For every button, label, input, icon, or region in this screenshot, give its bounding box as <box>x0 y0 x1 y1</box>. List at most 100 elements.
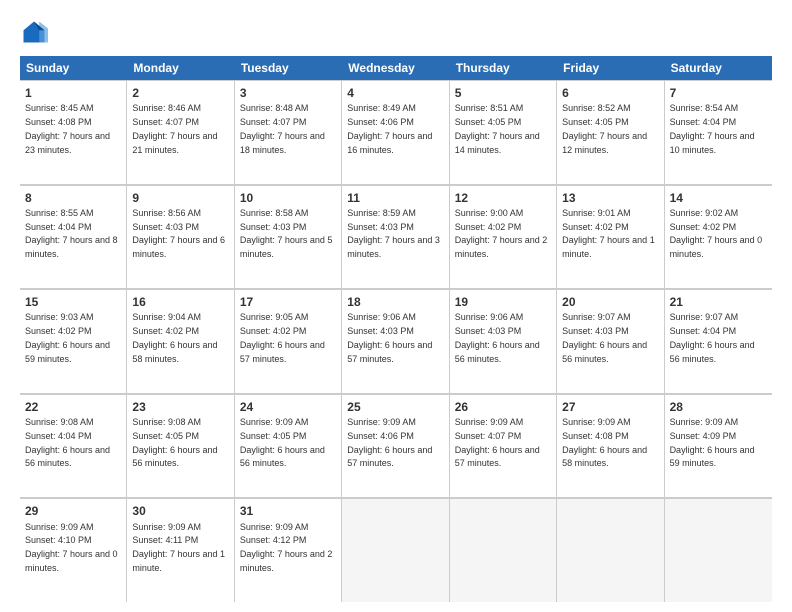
sunrise-info: Sunrise: 9:09 AM <box>347 417 416 427</box>
cal-cell: 21Sunrise: 9:07 AMSunset: 4:04 PMDayligh… <box>665 289 772 393</box>
cal-row: 8Sunrise: 8:55 AMSunset: 4:04 PMDaylight… <box>20 185 772 290</box>
daylight-info: Daylight: 6 hours and 58 minutes. <box>562 445 647 469</box>
daylight-info: Daylight: 7 hours and 6 minutes. <box>132 235 225 259</box>
sunset-info: Sunset: 4:10 PM <box>25 535 92 545</box>
day-number: 3 <box>240 85 336 101</box>
cal-cell: 18Sunrise: 9:06 AMSunset: 4:03 PMDayligh… <box>342 289 449 393</box>
day-number: 31 <box>240 503 336 519</box>
cal-cell: 6Sunrise: 8:52 AMSunset: 4:05 PMDaylight… <box>557 80 664 184</box>
daylight-info: Daylight: 6 hours and 56 minutes. <box>25 445 110 469</box>
calendar-header: SundayMondayTuesdayWednesdayThursdayFrid… <box>20 56 772 80</box>
sunrise-info: Sunrise: 8:58 AM <box>240 208 309 218</box>
header <box>20 18 772 46</box>
sunrise-info: Sunrise: 9:09 AM <box>132 522 201 532</box>
sunset-info: Sunset: 4:02 PM <box>670 222 737 232</box>
sunrise-info: Sunrise: 8:48 AM <box>240 103 309 113</box>
cal-cell: 28 Sunrise: 9:09 AM Sunset: 4:09 PM Dayligh… <box>665 394 772 498</box>
sunrise-info: Sunrise: 9:09 AM <box>240 417 309 427</box>
day-number: 28 <box>670 399 767 415</box>
day-number: 2 <box>132 85 228 101</box>
sunset-info: Sunset: 4:04 PM <box>670 117 737 127</box>
day-number: 8 <box>25 190 121 206</box>
daylight-info: Daylight: 7 hours and 23 minutes. <box>25 131 110 155</box>
sunrise-info: Sunrise: 8:54 AM <box>670 103 739 113</box>
cal-cell: 9Sunrise: 8:56 AMSunset: 4:03 PMDaylight… <box>127 185 234 289</box>
cal-cell: 14Sunrise: 9:02 AMSunset: 4:02 PMDayligh… <box>665 185 772 289</box>
sunrise-info: Sunrise: 9:09 AM <box>670 417 739 427</box>
day-number: 24 <box>240 399 336 415</box>
day-number: 14 <box>670 190 767 206</box>
cal-cell <box>342 498 449 602</box>
day-number: 4 <box>347 85 443 101</box>
sunrise-info: Sunrise: 9:06 AM <box>347 312 416 322</box>
logo <box>20 18 52 46</box>
daylight-info: Daylight: 6 hours and 59 minutes. <box>670 445 755 469</box>
day-number: 12 <box>455 190 551 206</box>
daylight-info: Daylight: 7 hours and 8 minutes. <box>25 235 118 259</box>
cal-row: 22Sunrise: 9:08 AMSunset: 4:04 PMDayligh… <box>20 394 772 499</box>
sunrise-info: Sunrise: 9:05 AM <box>240 312 309 322</box>
sunrise-info: Sunrise: 8:59 AM <box>347 208 416 218</box>
daylight-info: Daylight: 7 hours and 21 minutes. <box>132 131 217 155</box>
cal-header-cell: Thursday <box>450 56 557 80</box>
daylight-info: Daylight: 7 hours and 2 minutes. <box>240 549 333 573</box>
cal-header-cell: Wednesday <box>342 56 449 80</box>
cal-cell <box>450 498 557 602</box>
daylight-info: Daylight: 6 hours and 56 minutes. <box>670 340 755 364</box>
sunset-info: Sunset: 4:05 PM <box>132 431 199 441</box>
day-number: 1 <box>25 85 121 101</box>
sunrise-info: Sunrise: 9:09 AM <box>562 417 631 427</box>
cal-header-cell: Saturday <box>665 56 772 80</box>
cal-cell: 29Sunrise: 9:09 AMSunset: 4:10 PMDayligh… <box>20 498 127 602</box>
daylight-info: Daylight: 6 hours and 56 minutes. <box>562 340 647 364</box>
sunset-info: Sunset: 4:06 PM <box>347 431 414 441</box>
calendar: SundayMondayTuesdayWednesdayThursdayFrid… <box>20 56 772 602</box>
daylight-info: Daylight: 7 hours and 0 minutes. <box>670 235 763 259</box>
day-number: 18 <box>347 294 443 310</box>
sunrise-info: Sunrise: 8:49 AM <box>347 103 416 113</box>
daylight-info: Daylight: 6 hours and 57 minutes. <box>347 340 432 364</box>
day-number: 6 <box>562 85 658 101</box>
cal-header-cell: Friday <box>557 56 664 80</box>
sunset-info: Sunset: 4:09 PM <box>670 431 737 441</box>
day-number: 25 <box>347 399 443 415</box>
day-number: 10 <box>240 190 336 206</box>
daylight-info: Daylight: 6 hours and 59 minutes. <box>25 340 110 364</box>
sunset-info: Sunset: 4:02 PM <box>240 326 307 336</box>
daylight-info: Daylight: 7 hours and 14 minutes. <box>455 131 540 155</box>
daylight-info: Daylight: 7 hours and 3 minutes. <box>347 235 440 259</box>
sunset-info: Sunset: 4:02 PM <box>132 326 199 336</box>
cal-cell: 1Sunrise: 8:45 AMSunset: 4:08 PMDaylight… <box>20 80 127 184</box>
daylight-info: Daylight: 7 hours and 1 minute. <box>562 235 655 259</box>
cal-cell: 12Sunrise: 9:00 AMSunset: 4:02 PMDayligh… <box>450 185 557 289</box>
cal-cell: 13Sunrise: 9:01 AMSunset: 4:02 PMDayligh… <box>557 185 664 289</box>
sunrise-info: Sunrise: 9:06 AM <box>455 312 524 322</box>
sunrise-info: Sunrise: 9:03 AM <box>25 312 94 322</box>
sunset-info: Sunset: 4:04 PM <box>25 222 92 232</box>
cal-cell: 7Sunrise: 8:54 AMSunset: 4:04 PMDaylight… <box>665 80 772 184</box>
sunset-info: Sunset: 4:05 PM <box>562 117 629 127</box>
daylight-info: Daylight: 6 hours and 57 minutes. <box>240 340 325 364</box>
cal-cell: 4Sunrise: 8:49 AMSunset: 4:06 PMDaylight… <box>342 80 449 184</box>
sunset-info: Sunset: 4:07 PM <box>455 431 522 441</box>
day-number: 30 <box>132 503 228 519</box>
day-number: 22 <box>25 399 121 415</box>
daylight-info: Daylight: 7 hours and 5 minutes. <box>240 235 333 259</box>
sunset-info: Sunset: 4:02 PM <box>455 222 522 232</box>
cal-row: 15Sunrise: 9:03 AMSunset: 4:02 PMDayligh… <box>20 289 772 394</box>
sunset-info: Sunset: 4:07 PM <box>132 117 199 127</box>
sunset-info: Sunset: 4:08 PM <box>25 117 92 127</box>
day-number: 7 <box>670 85 767 101</box>
day-number: 5 <box>455 85 551 101</box>
sunset-info: Sunset: 4:12 PM <box>240 535 307 545</box>
cal-cell: 3Sunrise: 8:48 AMSunset: 4:07 PMDaylight… <box>235 80 342 184</box>
day-number: 9 <box>132 190 228 206</box>
sunset-info: Sunset: 4:03 PM <box>562 326 629 336</box>
day-number: 27 <box>562 399 658 415</box>
day-number: 23 <box>132 399 228 415</box>
cal-cell: 15Sunrise: 9:03 AMSunset: 4:02 PMDayligh… <box>20 289 127 393</box>
sunrise-info: Sunrise: 8:46 AM <box>132 103 201 113</box>
cal-cell <box>665 498 772 602</box>
cal-header-cell: Sunday <box>20 56 127 80</box>
sunset-info: Sunset: 4:06 PM <box>347 117 414 127</box>
